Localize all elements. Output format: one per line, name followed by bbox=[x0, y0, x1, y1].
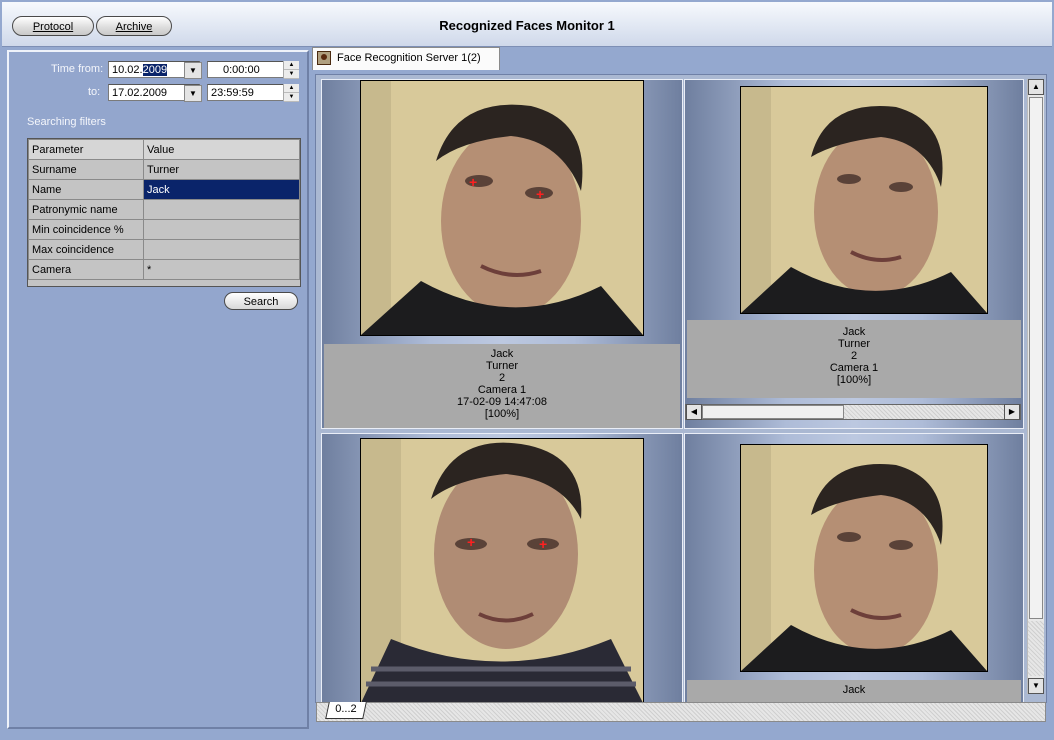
scroll-thumb[interactable] bbox=[1029, 97, 1043, 619]
spin-up-icon: ▲ bbox=[284, 61, 299, 70]
result-surname: Turner bbox=[486, 360, 518, 372]
result-name: Jack bbox=[490, 348, 514, 360]
eye-marker-icon: + bbox=[469, 174, 478, 190]
tab-label: Face Recognition Server 1(2) bbox=[337, 52, 481, 64]
face-photo bbox=[740, 444, 988, 672]
filter-row-max-coincidence[interactable]: Max coincidence bbox=[28, 239, 300, 260]
result-caption: Jack bbox=[687, 680, 1021, 702]
page-range-label: 0...2 bbox=[335, 703, 357, 715]
result-id: 2 bbox=[850, 350, 858, 362]
chevron-down-icon: ▼ bbox=[189, 66, 197, 75]
filter-row-min-coincidence[interactable]: Min coincidence % bbox=[28, 219, 300, 240]
filter-row-name[interactable]: Name Jack bbox=[28, 179, 300, 200]
title-bar: Protocol Archive Recognized Faces Monito… bbox=[2, 2, 1052, 47]
app-window: Protocol Archive Recognized Faces Monito… bbox=[0, 0, 1054, 740]
eye-marker-icon: + bbox=[536, 186, 545, 202]
filter-value[interactable]: Jack bbox=[143, 179, 300, 200]
face-image bbox=[741, 445, 987, 671]
face-image bbox=[361, 81, 643, 335]
results-viewer: + + Jack Turner 2 Camera 1 17-02-09 14:4… bbox=[315, 74, 1047, 703]
time-from-label: Time from: bbox=[51, 63, 104, 75]
result-card[interactable]: Jack bbox=[684, 433, 1024, 702]
spin-up-icon: ▲ bbox=[284, 84, 299, 93]
search-panel: Time from: 10.02.2009 ▼ 0:00:00 ▲ ▼ to: 1… bbox=[7, 50, 309, 729]
scroll-track[interactable] bbox=[1028, 621, 1044, 676]
scroll-right-icon[interactable]: ▶ bbox=[1004, 404, 1020, 420]
result-caption: Jack Turner 2 Camera 1 17-02-09 14:47:08… bbox=[324, 344, 680, 428]
eye-marker-icon: + bbox=[467, 534, 476, 550]
filter-row-camera[interactable]: Camera * bbox=[28, 259, 300, 280]
filter-parameter: Camera bbox=[28, 259, 144, 280]
to-time-value: 23:59:59 bbox=[211, 87, 254, 99]
filter-value[interactable] bbox=[143, 219, 300, 240]
filter-parameter: Name bbox=[28, 179, 144, 200]
filters-grid[interactable]: Parameter Value Surname Turner Name Jack… bbox=[27, 138, 301, 287]
scroll-down-icon[interactable]: ▼ bbox=[1028, 678, 1044, 694]
face-icon bbox=[317, 51, 331, 65]
filter-row-patronymic[interactable]: Patronymic name bbox=[28, 199, 300, 220]
result-camera: Camera 1 bbox=[829, 362, 879, 374]
time-from-date-selected: 2009 bbox=[142, 64, 168, 76]
header-value: Value bbox=[143, 139, 300, 160]
result-card[interactable]: Jack Turner 2 Camera 1 [100%] ◀ ▶ bbox=[684, 79, 1024, 429]
result-id: 2 bbox=[498, 372, 506, 384]
filter-parameter: Surname bbox=[28, 159, 144, 180]
to-time-spinner[interactable]: ▲ ▼ bbox=[283, 84, 299, 102]
result-surname: Turner bbox=[838, 338, 870, 350]
time-from-spinner[interactable]: ▲ ▼ bbox=[283, 61, 299, 79]
search-button[interactable]: Search bbox=[224, 292, 298, 310]
result-coincidence: [100%] bbox=[836, 374, 872, 386]
tab-page-range[interactable]: 0...2 bbox=[325, 702, 367, 719]
filter-row-surname[interactable]: Surname Turner bbox=[28, 159, 300, 180]
filter-value[interactable] bbox=[143, 239, 300, 260]
filter-parameter: Patronymic name bbox=[28, 199, 144, 220]
spin-down-icon: ▼ bbox=[284, 93, 299, 102]
result-coincidence: [100%] bbox=[484, 408, 520, 420]
time-from-date-dropdown[interactable]: ▼ bbox=[184, 62, 202, 79]
to-label: to: bbox=[88, 86, 101, 98]
filter-value[interactable]: Turner bbox=[143, 159, 300, 180]
spin-down-icon: ▼ bbox=[284, 70, 299, 79]
scroll-thumb[interactable] bbox=[702, 405, 844, 419]
results-vertical-scrollbar[interactable]: ▲ ▼ bbox=[1027, 79, 1044, 694]
filter-parameter: Max coincidence bbox=[28, 239, 144, 260]
filter-value[interactable] bbox=[143, 199, 300, 220]
to-date-value: 17.02.2009 bbox=[112, 87, 168, 99]
result-timestamp: 17-02-09 14:47:08 bbox=[457, 396, 547, 408]
filter-value[interactable]: * bbox=[143, 259, 300, 280]
window-title: Recognized Faces Monitor 1 bbox=[439, 18, 615, 33]
eye-marker-icon: + bbox=[539, 536, 548, 552]
time-from-date-prefix: 10.02. bbox=[112, 64, 143, 76]
filter-parameter: Min coincidence % bbox=[28, 219, 144, 240]
to-date-dropdown[interactable]: ▼ bbox=[184, 85, 202, 102]
filters-header-row: Parameter Value bbox=[28, 139, 300, 160]
page-tabs: 0...2 bbox=[316, 702, 1046, 722]
scroll-up-icon[interactable]: ▲ bbox=[1028, 79, 1044, 95]
chevron-down-icon: ▼ bbox=[189, 89, 197, 98]
result-card[interactable]: + + bbox=[321, 433, 683, 702]
face-photo bbox=[740, 86, 988, 314]
caption-horizontal-scrollbar[interactable]: ◀ ▶ bbox=[685, 404, 1021, 420]
result-name: Jack bbox=[842, 684, 866, 696]
result-caption: Jack Turner 2 Camera 1 [100%] bbox=[687, 320, 1021, 398]
searching-filters-label: Searching filters bbox=[27, 116, 106, 128]
face-image bbox=[741, 87, 987, 313]
scroll-left-icon[interactable]: ◀ bbox=[686, 404, 702, 420]
face-photo: + + bbox=[360, 80, 644, 336]
face-image bbox=[361, 439, 643, 702]
header-parameter: Parameter bbox=[28, 139, 144, 160]
result-camera: Camera 1 bbox=[477, 384, 527, 396]
result-card[interactable]: + + Jack Turner 2 Camera 1 17-02-09 14:4… bbox=[321, 79, 683, 429]
time-from-time-value: 0:00:00 bbox=[223, 64, 260, 76]
result-name: Jack bbox=[842, 326, 866, 338]
face-photo: + + bbox=[360, 438, 644, 702]
tab-face-recognition-server[interactable]: Face Recognition Server 1(2) bbox=[312, 47, 500, 70]
